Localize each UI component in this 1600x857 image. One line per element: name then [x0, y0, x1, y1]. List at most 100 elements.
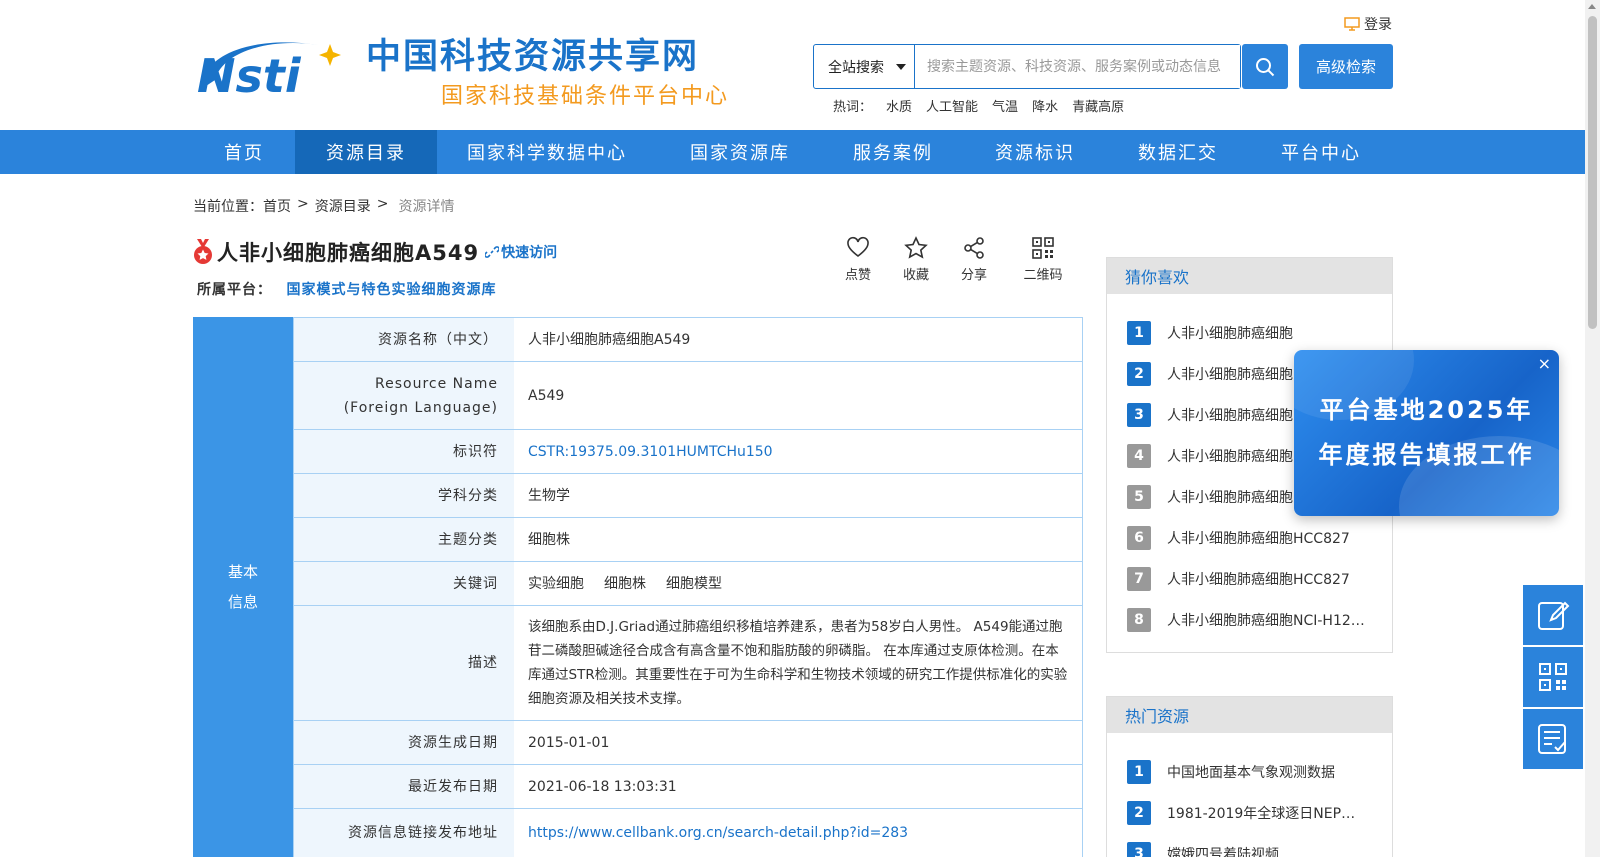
rank-badge: 5 — [1127, 484, 1151, 509]
keyword-tag[interactable]: 细胞模型 — [666, 572, 722, 596]
like-label: 点赞 — [844, 268, 871, 283]
field-label: 标识符 — [294, 430, 514, 473]
field-label: 资源名称（中文） — [294, 318, 514, 361]
identifier-link[interactable]: CSTR:19375.09.3101HUMTCHu150 — [514, 430, 1082, 473]
hot-list: 1 中国地面基本气象观测数据 2 1981-2019年全球逐日NEP模... 3 嫦娥… — [1107, 733, 1392, 857]
hotwords-label: 热词： — [833, 100, 873, 115]
field-label: 资源生成日期 — [294, 721, 514, 764]
hotword-link[interactable]: 水质 — [886, 96, 912, 115]
rank-badge: 7 — [1127, 566, 1151, 591]
main-nav: 首页 资源目录 国家科学数据中心 国家资源库 服务案例 资源标识 数据汇交 平台… — [0, 130, 1600, 174]
search-input[interactable] — [915, 45, 1240, 88]
hotwords-bar: 热词： 水质 人工智能 气温 降水 青藏高原 — [833, 96, 1124, 115]
nav-item-national-resource[interactable]: 国家资源库 — [657, 130, 823, 174]
section-label-line: 基本 — [227, 563, 258, 581]
hotword-link[interactable]: 人工智能 — [926, 96, 978, 115]
item-text: 人非小细胞肺癌细胞HCC827 — [1167, 530, 1350, 547]
quick-access-link[interactable]: 快速访问 — [485, 242, 557, 262]
chevron-down-icon — [896, 64, 906, 70]
rank-badge: 8 — [1127, 607, 1151, 632]
close-icon[interactable]: × — [1538, 354, 1551, 373]
nav-item-platform-center[interactable]: 平台中心 — [1249, 130, 1393, 174]
popup-message: 平台基地2025年 年度报告填报工作 — [1294, 388, 1559, 478]
checklist-icon — [1538, 724, 1566, 754]
list-item[interactable]: 1 人非小细胞肺癌细胞 — [1127, 312, 1392, 353]
heart-icon — [847, 236, 869, 258]
list-item[interactable]: 6 人非小细胞肺癌细胞HCC827 — [1127, 517, 1392, 558]
keyword-tag[interactable]: 实验细胞 — [528, 572, 584, 596]
share-label: 分享 — [960, 268, 987, 283]
field-label: 资源信息链接发布地址 — [294, 809, 514, 857]
item-text: 人非小细胞肺癌细胞NCI-H1299 — [1167, 612, 1367, 629]
resource-actions: 点赞 收藏 分享 二维码 — [830, 236, 1076, 283]
search-scope-label: 全站搜索 — [828, 59, 884, 76]
resource-url-link[interactable]: https://www.cellbank.org.cn/search-detai… — [514, 809, 1082, 857]
feedback-tool-button[interactable] — [1523, 585, 1583, 645]
nav-item-resource-id[interactable]: 资源标识 — [963, 130, 1107, 174]
star-icon — [904, 236, 928, 259]
qrcode-tool-button[interactable] — [1523, 647, 1583, 707]
login-link[interactable]: 登录 — [1344, 14, 1392, 34]
table-row: 资源名称（中文） 人非小细胞肺癌细胞A549 — [294, 317, 1082, 361]
nav-item-data-submission[interactable]: 数据汇交 — [1107, 130, 1249, 174]
breadcrumb-separator: > — [297, 196, 309, 212]
info-rows: 资源名称（中文） 人非小细胞肺癌细胞A549 Resource Name (Fo… — [293, 317, 1083, 857]
rank-badge: 1 — [1127, 759, 1151, 784]
list-item[interactable]: 1 中国地面基本气象观测数据 — [1127, 751, 1392, 792]
breadcrumb-prefix: 当前位置： — [193, 199, 263, 215]
breadcrumb-separator: > — [376, 196, 389, 212]
page-scrollbar[interactable] — [1585, 0, 1600, 857]
table-row: 描述 该细胞系由D.J.Griad通过肺癌组织移植培养建系，患者为58岁白人男性… — [294, 605, 1082, 720]
favorite-button[interactable]: 收藏 — [888, 236, 944, 283]
announcement-popup[interactable]: × 平台基地2025年 年度报告填报工作 — [1294, 350, 1559, 516]
table-row: 最近发布日期 2021-06-18 13:03:31 — [294, 764, 1082, 808]
rank-badge: 4 — [1127, 443, 1151, 468]
section-label-basic-info: 基本 信息 — [193, 317, 293, 857]
field-label: 学科分类 — [294, 474, 514, 517]
popup-line: 平台基地2025年 — [1319, 396, 1534, 424]
search-button[interactable] — [1242, 44, 1288, 89]
platform-link[interactable]: 国家模式与特色实验细胞资源库 — [286, 282, 496, 298]
medal-icon — [194, 239, 212, 264]
field-value: 2015-01-01 — [528, 734, 610, 751]
field-value: 细胞株 — [528, 531, 570, 548]
nav-item-home[interactable]: 首页 — [193, 130, 295, 174]
monitor-icon — [1344, 17, 1360, 31]
hotword-link[interactable]: 气温 — [992, 96, 1018, 115]
field-value: 生物学 — [528, 487, 570, 504]
list-item[interactable]: 8 人非小细胞肺癌细胞NCI-H1299 — [1127, 599, 1392, 640]
rank-badge: 6 — [1127, 525, 1151, 550]
nav-item-service-cases[interactable]: 服务案例 — [823, 130, 963, 174]
nav-item-science-data-center[interactable]: 国家科学数据中心 — [437, 130, 657, 174]
list-item[interactable]: 2 1981-2019年全球逐日NEP模... — [1127, 792, 1392, 833]
nav-item-catalog[interactable]: 资源目录 — [295, 130, 437, 174]
breadcrumb: 当前位置： 首页 > 资源目录 > 资源详情 — [193, 196, 454, 216]
checklist-tool-button[interactable] — [1523, 709, 1583, 769]
rank-badge: 3 — [1127, 402, 1151, 427]
keyword-tag[interactable]: 细胞株 — [604, 572, 646, 596]
list-item[interactable]: 7 人非小细胞肺癌细胞HCC827 — [1127, 558, 1392, 599]
nsti-logo[interactable]: Nsti — [193, 30, 357, 100]
field-label: 关键词 — [294, 562, 514, 605]
svg-text:Nsti: Nsti — [197, 49, 302, 100]
list-item[interactable]: 3 嫦娥四号着陆视频 — [1127, 833, 1392, 857]
qrcode-button[interactable]: 二维码 — [1010, 236, 1076, 283]
search-scope-select[interactable]: 全站搜索 — [814, 45, 915, 88]
section-label-line: 信息 — [227, 593, 258, 611]
hotword-link[interactable]: 青藏高原 — [1072, 96, 1124, 115]
table-row: 学科分类 生物学 — [294, 473, 1082, 517]
advanced-search-button[interactable]: 高级检索 — [1299, 44, 1393, 89]
rank-badge: 2 — [1127, 361, 1151, 386]
share-button[interactable]: 分享 — [946, 236, 1002, 283]
field-value: 2021-06-18 13:03:31 — [528, 778, 677, 795]
table-row: 资源信息链接发布地址 https://www.cellbank.org.cn/s… — [294, 808, 1082, 857]
scrollbar-thumb[interactable] — [1588, 16, 1597, 329]
breadcrumb-catalog[interactable]: 资源目录 — [315, 196, 371, 216]
breadcrumb-home[interactable]: 首页 — [263, 196, 291, 216]
hotword-link[interactable]: 降水 — [1032, 96, 1058, 115]
scroll-up-arrow-icon[interactable] — [1588, 4, 1596, 9]
field-label: Resource Name (Foreign Language) — [294, 362, 514, 429]
rank-badge: 2 — [1127, 800, 1151, 825]
link-icon — [485, 246, 500, 258]
like-button[interactable]: 点赞 — [830, 236, 886, 283]
